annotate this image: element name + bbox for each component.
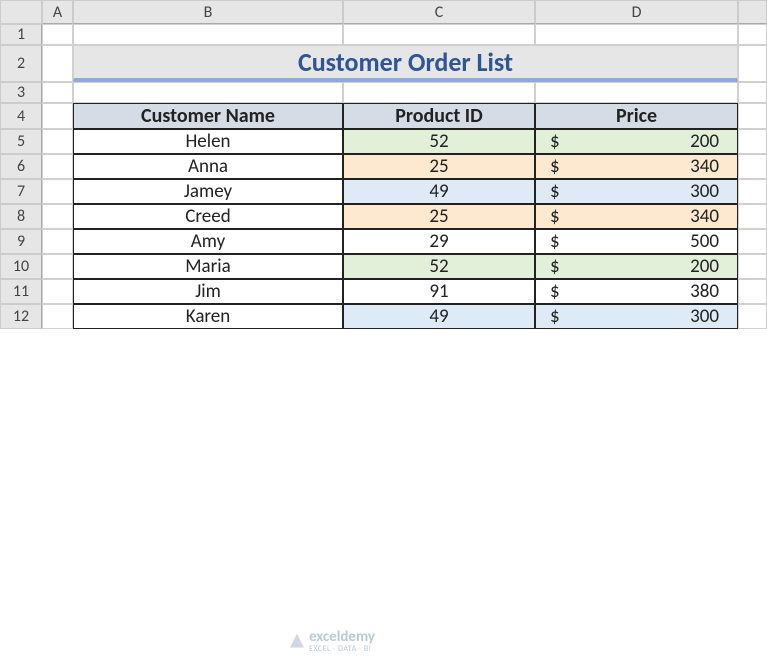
pid-cell[interactable]: 91 — [343, 279, 535, 304]
cell[interactable] — [343, 24, 535, 45]
currency-symbol: $ — [550, 205, 560, 228]
price-cell[interactable]: $200 — [535, 129, 738, 154]
currency-symbol: $ — [550, 230, 560, 253]
name-cell[interactable]: Anna — [73, 154, 343, 179]
cell[interactable] — [42, 229, 73, 254]
row-header-9[interactable]: 9 — [0, 229, 42, 254]
currency-symbol: $ — [550, 255, 560, 278]
cell[interactable] — [738, 254, 767, 279]
name-cell[interactable]: Maria — [73, 254, 343, 279]
row-header-2[interactable]: 2 — [0, 45, 42, 82]
pid-cell[interactable]: 52 — [343, 129, 535, 154]
pid-cell[interactable]: 29 — [343, 229, 535, 254]
cell[interactable] — [738, 103, 767, 129]
watermark: exceldemy EXCEL · DATA · BI — [290, 628, 375, 653]
cell[interactable] — [42, 304, 73, 329]
header-price[interactable]: Price — [535, 103, 738, 129]
price-cell[interactable]: $300 — [535, 304, 738, 329]
row-header-10[interactable]: 10 — [0, 254, 42, 279]
cell[interactable] — [738, 229, 767, 254]
name-cell[interactable]: Jamey — [73, 179, 343, 204]
row-header-7[interactable]: 7 — [0, 179, 42, 204]
name-cell[interactable]: Karen — [73, 304, 343, 329]
header-name[interactable]: Customer Name — [73, 103, 343, 129]
pid-cell[interactable]: 49 — [343, 179, 535, 204]
currency-symbol: $ — [550, 155, 560, 178]
price-value: 200 — [690, 255, 719, 278]
col-header-C[interactable]: C — [343, 0, 535, 24]
col-header-[interactable] — [738, 0, 767, 24]
col-header-D[interactable]: D — [535, 0, 738, 24]
price-value: 200 — [690, 130, 719, 153]
cell[interactable] — [42, 154, 73, 179]
cell[interactable] — [738, 304, 767, 329]
cell[interactable] — [42, 179, 73, 204]
currency-symbol: $ — [550, 130, 560, 153]
price-cell[interactable]: $500 — [535, 229, 738, 254]
cell[interactable] — [42, 103, 73, 129]
price-cell[interactable]: $380 — [535, 279, 738, 304]
row-header-12[interactable]: 12 — [0, 304, 42, 329]
cell[interactable] — [42, 82, 73, 103]
name-cell[interactable]: Helen — [73, 129, 343, 154]
row-header-1[interactable]: 1 — [0, 24, 42, 45]
col-header-B[interactable]: B — [73, 0, 343, 24]
pid-cell[interactable]: 49 — [343, 304, 535, 329]
cell[interactable] — [42, 129, 73, 154]
cell[interactable] — [738, 82, 767, 103]
currency-symbol: $ — [550, 305, 560, 328]
cell[interactable] — [73, 24, 343, 45]
price-cell[interactable]: $200 — [535, 254, 738, 279]
cell[interactable] — [42, 279, 73, 304]
name-cell[interactable]: Creed — [73, 204, 343, 229]
price-cell[interactable]: $300 — [535, 179, 738, 204]
cell[interactable] — [738, 204, 767, 229]
row-header-6[interactable]: 6 — [0, 154, 42, 179]
header-pid[interactable]: Product ID — [343, 103, 535, 129]
pid-cell[interactable]: 25 — [343, 204, 535, 229]
currency-symbol: $ — [550, 280, 560, 303]
price-cell[interactable]: $340 — [535, 204, 738, 229]
watermark-tagline: EXCEL · DATA · BI — [309, 646, 375, 653]
pid-cell[interactable]: 25 — [343, 154, 535, 179]
corner-cell[interactable] — [0, 0, 42, 24]
watermark-brand: exceldemy — [309, 628, 375, 646]
cell[interactable] — [738, 154, 767, 179]
row-header-3[interactable]: 3 — [0, 82, 42, 103]
price-value: 340 — [690, 205, 719, 228]
row-header-5[interactable]: 5 — [0, 129, 42, 154]
cell[interactable] — [343, 82, 535, 103]
cell[interactable] — [535, 24, 738, 45]
pid-cell[interactable]: 52 — [343, 254, 535, 279]
title-cell[interactable]: Customer Order List — [73, 45, 738, 82]
row-header-8[interactable]: 8 — [0, 204, 42, 229]
currency-symbol: $ — [550, 180, 560, 203]
cell[interactable] — [738, 45, 767, 82]
name-cell[interactable]: Jim — [73, 279, 343, 304]
cell[interactable] — [738, 279, 767, 304]
cell[interactable] — [42, 24, 73, 45]
cell[interactable] — [42, 45, 73, 82]
cell[interactable] — [73, 82, 343, 103]
col-header-A[interactable]: A — [42, 0, 73, 24]
cell[interactable] — [42, 254, 73, 279]
price-value: 300 — [690, 180, 719, 203]
cell[interactable] — [535, 82, 738, 103]
row-header-11[interactable]: 11 — [0, 279, 42, 304]
cell[interactable] — [738, 179, 767, 204]
price-value: 340 — [690, 155, 719, 178]
cell[interactable] — [738, 24, 767, 45]
price-value: 380 — [690, 280, 719, 303]
price-cell[interactable]: $340 — [535, 154, 738, 179]
price-value: 500 — [690, 230, 719, 253]
row-header-4[interactable]: 4 — [0, 103, 42, 129]
name-cell[interactable]: Amy — [73, 229, 343, 254]
cell[interactable] — [42, 204, 73, 229]
price-value: 300 — [690, 305, 719, 328]
watermark-icon — [290, 634, 304, 648]
cell[interactable] — [738, 129, 767, 154]
